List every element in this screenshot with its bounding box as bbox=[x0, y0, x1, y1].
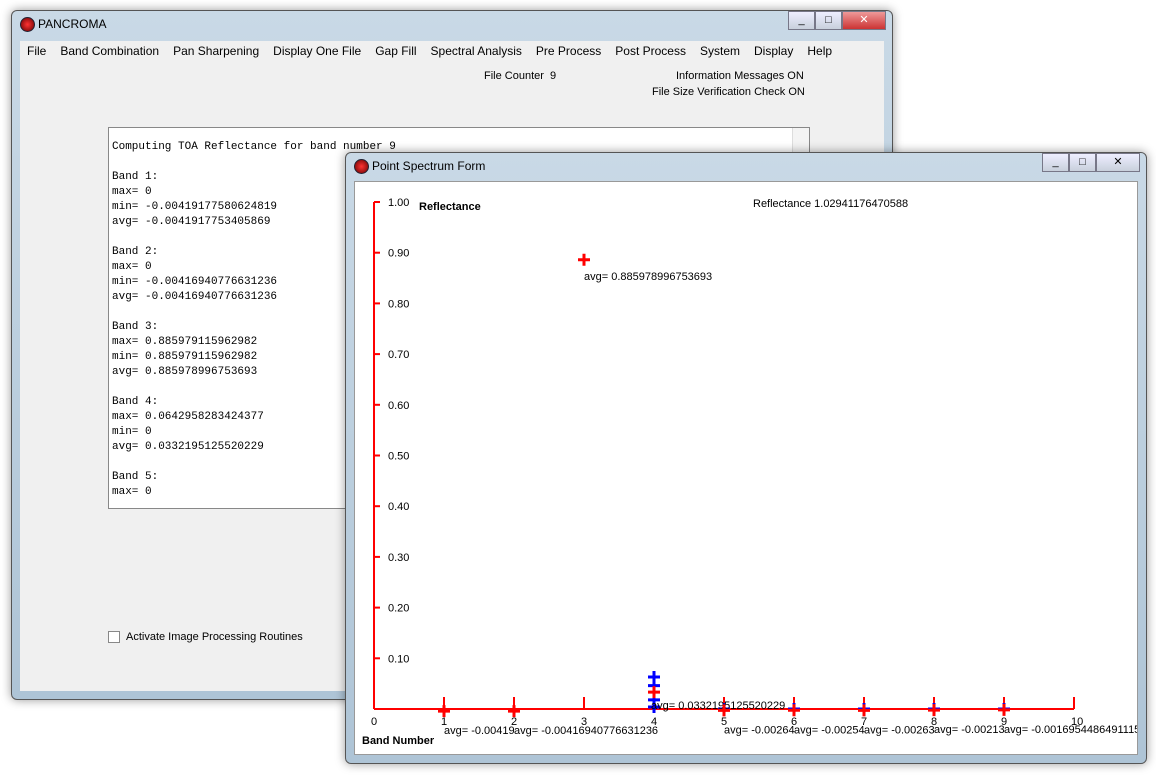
menu-spectral-analysis[interactable]: Spectral Analysis bbox=[424, 41, 529, 61]
reflectance-readout: Reflectance 1.02941176470588 bbox=[753, 198, 908, 210]
spectrum-chart: 0.10 0.20 0.30 0.40 0.50 0.60 0.70 0.80 0.90 1.00… bbox=[362, 197, 1146, 747]
y-tick-label: 0.40 bbox=[388, 501, 409, 513]
maximize-button[interactable]: □ bbox=[815, 11, 842, 30]
menu-gap-fill[interactable]: Gap Fill bbox=[368, 41, 423, 61]
file-size-check-status: File Size Verification Check ON bbox=[652, 86, 805, 98]
avg-point bbox=[928, 704, 940, 717]
info-messages-status: Information Messages ON bbox=[676, 70, 804, 82]
y-axis-label: Reflectance bbox=[419, 201, 481, 213]
avg-point bbox=[998, 703, 1010, 716]
point-spectrum-window: Point Spectrum Form _ □ ✕ 0.10 0.20 0.30 0.40… bbox=[345, 152, 1147, 764]
menu-help[interactable]: Help bbox=[800, 41, 839, 61]
menu-band-combination[interactable]: Band Combination bbox=[53, 41, 166, 61]
y-tick-label: 0.10 bbox=[388, 653, 409, 665]
avg-label: avg= 0.885978996753693 bbox=[584, 271, 712, 283]
y-tick-label: 0.60 bbox=[388, 400, 409, 412]
form-minimize-button[interactable]: _ bbox=[1042, 153, 1069, 172]
avg-label: avg= -0.00213 bbox=[934, 724, 1005, 736]
y-tick-label: 0.50 bbox=[388, 451, 409, 463]
y-tick-label: 0.30 bbox=[388, 552, 409, 564]
file-counter: File Counter 9 bbox=[484, 70, 556, 82]
avg-label: avg= -0.00263 bbox=[864, 724, 935, 736]
file-counter-value: 9 bbox=[550, 70, 557, 82]
x-axis-label: Band Number bbox=[362, 735, 435, 747]
avg-point bbox=[578, 253, 590, 266]
form-title: Point Spectrum Form bbox=[372, 159, 486, 173]
avg-point bbox=[858, 704, 870, 717]
avg-point bbox=[508, 705, 520, 718]
avg-point bbox=[788, 704, 800, 717]
window-controls: _ □ ✕ bbox=[788, 11, 886, 30]
menu-bar: File Band Combination Pan Sharpening Displa… bbox=[20, 41, 884, 61]
menu-display-one-file[interactable]: Display One File bbox=[266, 41, 368, 61]
menu-system[interactable]: System bbox=[693, 41, 747, 61]
avg-label: avg= -0.00254 bbox=[794, 724, 865, 736]
avg-label: avg= -0.00416940776631236 bbox=[514, 725, 658, 737]
minimize-button[interactable]: _ bbox=[788, 11, 815, 30]
menu-pan-sharpening[interactable]: Pan Sharpening bbox=[166, 41, 266, 61]
menu-display[interactable]: Display bbox=[747, 41, 800, 61]
window-title: PANCROMA bbox=[38, 17, 107, 31]
activate-processing-checkbox[interactable]: Activate Image Processing Routines bbox=[108, 631, 303, 643]
file-counter-label: File Counter bbox=[484, 70, 544, 82]
menu-pre-process[interactable]: Pre Process bbox=[529, 41, 608, 61]
y-tick-label: 0.80 bbox=[388, 298, 409, 310]
avg-label: avg= -0.00169544864911158 bbox=[1004, 724, 1137, 736]
y-tick-label: 1.00 bbox=[388, 197, 409, 209]
menu-file[interactable]: File bbox=[20, 41, 53, 61]
app-icon bbox=[20, 17, 35, 32]
y-tick-label: 0.70 bbox=[388, 349, 409, 361]
form-icon bbox=[354, 159, 369, 174]
x-tick-label: 0 bbox=[371, 716, 377, 728]
avg-point bbox=[648, 686, 660, 699]
form-maximize-button[interactable]: □ bbox=[1069, 153, 1096, 172]
menu-post-process[interactable]: Post Process bbox=[608, 41, 693, 61]
form-close-button[interactable]: ✕ bbox=[1096, 153, 1140, 172]
close-button[interactable]: ✕ bbox=[842, 11, 886, 30]
y-tick-label: 0.20 bbox=[388, 603, 409, 615]
avg-label: avg= -0.00264 bbox=[724, 724, 795, 736]
plot-area: 0.10 0.20 0.30 0.40 0.50 0.60 0.70 0.80 0.90 1.00… bbox=[354, 181, 1146, 755]
avg-label: avg= -0.00419 bbox=[444, 725, 515, 737]
y-tick-label: 0.90 bbox=[388, 248, 409, 260]
avg-point bbox=[438, 705, 450, 718]
form-controls: _ □ ✕ bbox=[1042, 153, 1140, 172]
checkbox-label: Activate Image Processing Routines bbox=[126, 631, 303, 643]
checkbox-box[interactable] bbox=[108, 631, 120, 643]
